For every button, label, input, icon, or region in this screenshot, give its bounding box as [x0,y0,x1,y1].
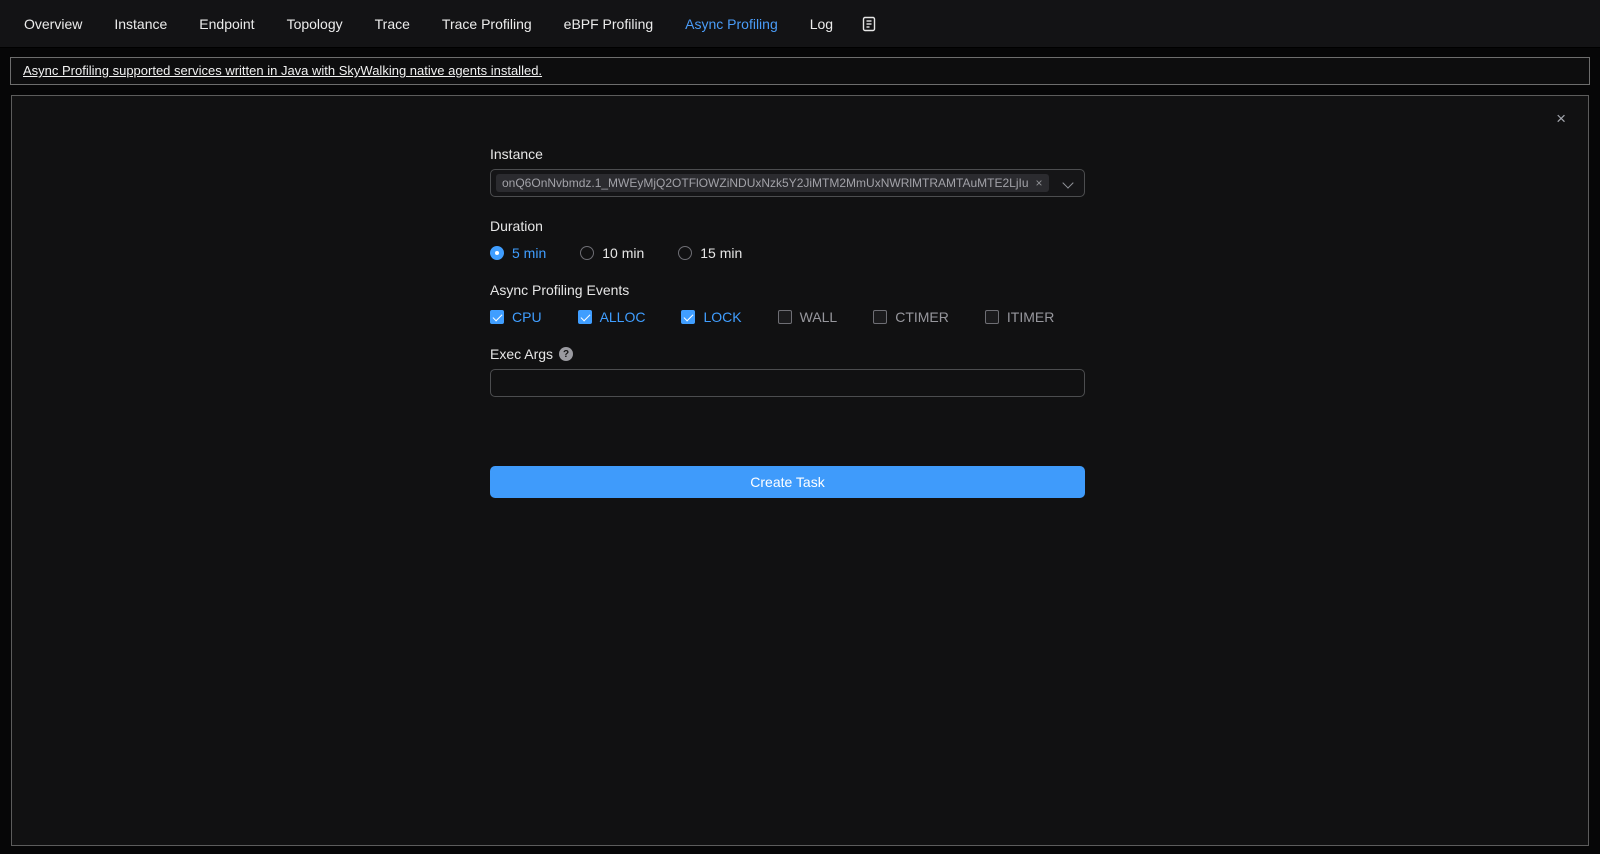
tab-ebpf-profiling[interactable]: eBPF Profiling [548,0,669,48]
checkbox-label: ALLOC [600,309,646,325]
radio-dot-icon [580,246,594,260]
duration-label: Duration [490,218,1085,234]
instance-section: Instance onQ6OnNvbmdz.1_MWEyMjQ2OTFlOWZi… [490,146,1085,197]
create-task-button[interactable]: Create Task [490,466,1085,498]
checkbox-label: CTIMER [895,309,949,325]
checkbox-alloc[interactable]: ALLOC [578,309,646,325]
checkbox-icon [873,310,887,324]
instance-tag-text: onQ6OnNvbmdz.1_MWEyMjQ2OTFlOWZiNDUxNzk5Y… [502,174,1029,192]
checkbox-wall[interactable]: WALL [778,309,838,325]
tab-instance[interactable]: Instance [98,0,183,48]
tab-endpoint[interactable]: Endpoint [183,0,270,48]
events-section: Async Profiling Events CPU ALLOC LOCK WA… [490,282,1085,325]
radio-10-min[interactable]: 10 min [580,245,644,261]
create-task-form: Instance onQ6OnNvbmdz.1_MWEyMjQ2OTFlOWZi… [490,96,1085,498]
tab-topology[interactable]: Topology [271,0,359,48]
duration-section: Duration 5 min 10 min 15 min [490,218,1085,261]
exec-args-input[interactable] [490,369,1085,397]
radio-label: 15 min [700,245,742,261]
tab-async-profiling[interactable]: Async Profiling [669,0,794,48]
radio-label: 5 min [512,245,546,261]
exec-args-section: Exec Args ? [490,346,1085,397]
notice-banner: Async Profiling supported services writt… [10,57,1590,85]
checkbox-cpu[interactable]: CPU [490,309,542,325]
checkbox-label: LOCK [703,309,741,325]
tab-trace-profiling[interactable]: Trace Profiling [426,0,548,48]
checkbox-icon [985,310,999,324]
top-nav: Overview Instance Endpoint Topology Trac… [0,0,1600,48]
radio-dot-icon [490,246,504,260]
events-label: Async Profiling Events [490,282,1085,298]
checkbox-icon [578,310,592,324]
async-profiling-panel: × Instance onQ6OnNvbmdz.1_MWEyMjQ2OTFlOW… [11,95,1589,846]
exec-args-label: Exec Args [490,346,553,362]
exec-args-label-row: Exec Args ? [490,346,1085,362]
checkbox-itimer[interactable]: ITIMER [985,309,1054,325]
checkbox-icon [778,310,792,324]
radio-15-min[interactable]: 15 min [678,245,742,261]
radio-dot-icon [678,246,692,260]
checkbox-lock[interactable]: LOCK [681,309,741,325]
close-icon[interactable]: × [1556,110,1566,127]
events-checkbox-group: CPU ALLOC LOCK WALL CTIMER [490,309,1085,325]
tab-log[interactable]: Log [794,0,849,48]
instance-label: Instance [490,146,1085,162]
radio-5-min[interactable]: 5 min [490,245,546,261]
tag-close-icon[interactable]: × [1036,174,1043,192]
duration-radio-group: 5 min 10 min 15 min [490,245,1085,261]
instance-tag: onQ6OnNvbmdz.1_MWEyMjQ2OTFlOWZiNDUxNzk5Y… [496,174,1049,192]
checkbox-label: WALL [800,309,838,325]
checkbox-label: ITIMER [1007,309,1054,325]
help-icon[interactable]: ? [559,347,573,361]
checkbox-ctimer[interactable]: CTIMER [873,309,949,325]
tab-overview[interactable]: Overview [8,0,98,48]
radio-label: 10 min [602,245,644,261]
instance-select[interactable]: onQ6OnNvbmdz.1_MWEyMjQ2OTFlOWZiNDUxNzk5Y… [490,169,1085,197]
task-list-icon[interactable] [859,14,879,34]
checkbox-label: CPU [512,309,542,325]
notice-banner-text: Async Profiling supported services writt… [23,63,542,78]
checkbox-icon [490,310,504,324]
chevron-down-icon [1064,179,1073,188]
tab-trace[interactable]: Trace [359,0,426,48]
checkbox-icon [681,310,695,324]
